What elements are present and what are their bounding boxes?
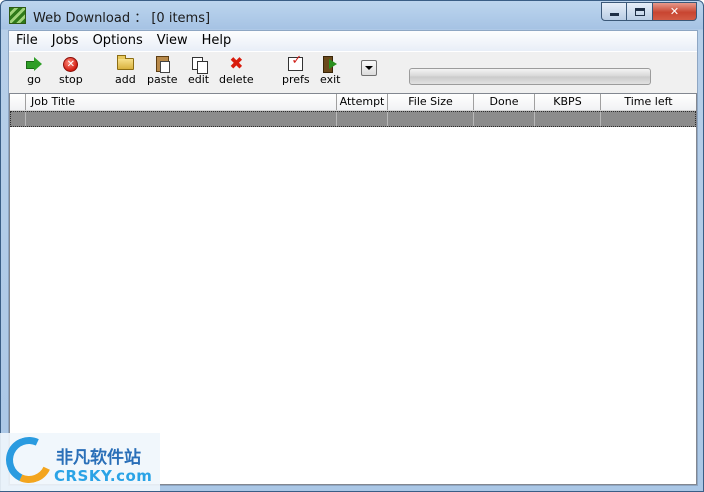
go-arrow-icon [26, 57, 42, 71]
stop-label: stop [59, 73, 83, 86]
table-row[interactable] [10, 111, 696, 127]
column-header-time-left[interactable]: Time left [601, 94, 696, 110]
menu-view[interactable]: View [150, 31, 195, 51]
window-title: Web Download ： [0 items] [33, 11, 211, 26]
table-cell [388, 112, 474, 126]
menu-bar: File Jobs Options View Help [9, 31, 697, 51]
clipboard-paste-icon [155, 56, 170, 73]
prefs-button[interactable]: prefs [282, 53, 310, 86]
watermark-cn-text: 非凡软件站 [56, 448, 141, 468]
title-bar[interactable]: Web Download ： [0 items] ✕ [1, 1, 703, 30]
stop-icon: ✕ [63, 56, 79, 72]
menu-file[interactable]: File [9, 31, 45, 51]
app-icon[interactable] [9, 7, 26, 24]
edit-documents-icon [191, 56, 208, 74]
delete-x-icon: ✖ [229, 54, 244, 74]
go-button[interactable]: go [25, 55, 43, 86]
paste-button[interactable]: paste [147, 55, 178, 86]
prefs-label: prefs [282, 73, 310, 86]
go-label: go [27, 73, 41, 86]
table-cell [535, 112, 601, 126]
close-icon: ✕ [669, 5, 680, 18]
stop-button[interactable]: ✕ stop [59, 55, 83, 86]
caption-buttons: ✕ [601, 2, 697, 21]
edit-button[interactable]: edit [188, 55, 209, 86]
crsky-logo-icon [0, 430, 59, 490]
list-header: Job Title Attempt File Size Done KBPS Ti… [10, 94, 696, 111]
maximize-button[interactable] [627, 2, 653, 21]
exit-button[interactable]: exit [320, 55, 340, 86]
minimize-icon [609, 13, 619, 16]
add-label: add [115, 73, 136, 86]
table-cell [474, 112, 535, 126]
exit-door-icon [323, 56, 338, 73]
table-cell [11, 112, 26, 126]
column-header-select[interactable] [10, 94, 26, 110]
add-button[interactable]: add [115, 55, 136, 86]
jobs-list[interactable]: Job Title Attempt File Size Done KBPS Ti… [9, 93, 697, 485]
app-window: Web Download ： [0 items] ✕ File Jobs Opt… [0, 0, 704, 492]
download-progress-bar [409, 68, 651, 85]
table-cell [601, 112, 695, 126]
menu-help[interactable]: Help [195, 31, 239, 51]
table-cell [26, 112, 337, 126]
delete-button[interactable]: ✖ delete [219, 55, 254, 86]
delete-label: delete [219, 73, 254, 86]
menu-jobs[interactable]: Jobs [45, 31, 86, 51]
exit-label: exit [320, 73, 341, 86]
minimize-button[interactable] [601, 2, 627, 21]
paste-label: paste [147, 73, 178, 86]
column-header-attempt[interactable]: Attempt [337, 94, 388, 110]
folder-open-icon [116, 55, 134, 70]
toolbar: go ✕ stop add paste edit ✖ delete ✓ pref… [9, 51, 697, 93]
crsky-watermark: 非凡软件站 CRSKY.com [0, 430, 160, 491]
checkbox-prefs-icon [288, 53, 304, 71]
chevron-down-icon [365, 66, 373, 70]
maximize-icon [634, 7, 645, 16]
column-header-kbps[interactable]: KBPS [535, 94, 601, 110]
toolbar-dropdown-button[interactable] [361, 60, 377, 76]
menu-options[interactable]: Options [86, 31, 150, 51]
watermark-en-text: CRSKY.com [54, 467, 153, 485]
edit-label: edit [188, 73, 210, 86]
table-cell [337, 112, 388, 126]
client-area: File Jobs Options View Help go ✕ stop ad… [8, 30, 698, 486]
column-header-file-size[interactable]: File Size [388, 94, 474, 110]
column-header-job-title[interactable]: Job Title [26, 94, 337, 110]
close-button[interactable]: ✕ [653, 2, 697, 21]
column-header-done[interactable]: Done [474, 94, 535, 110]
